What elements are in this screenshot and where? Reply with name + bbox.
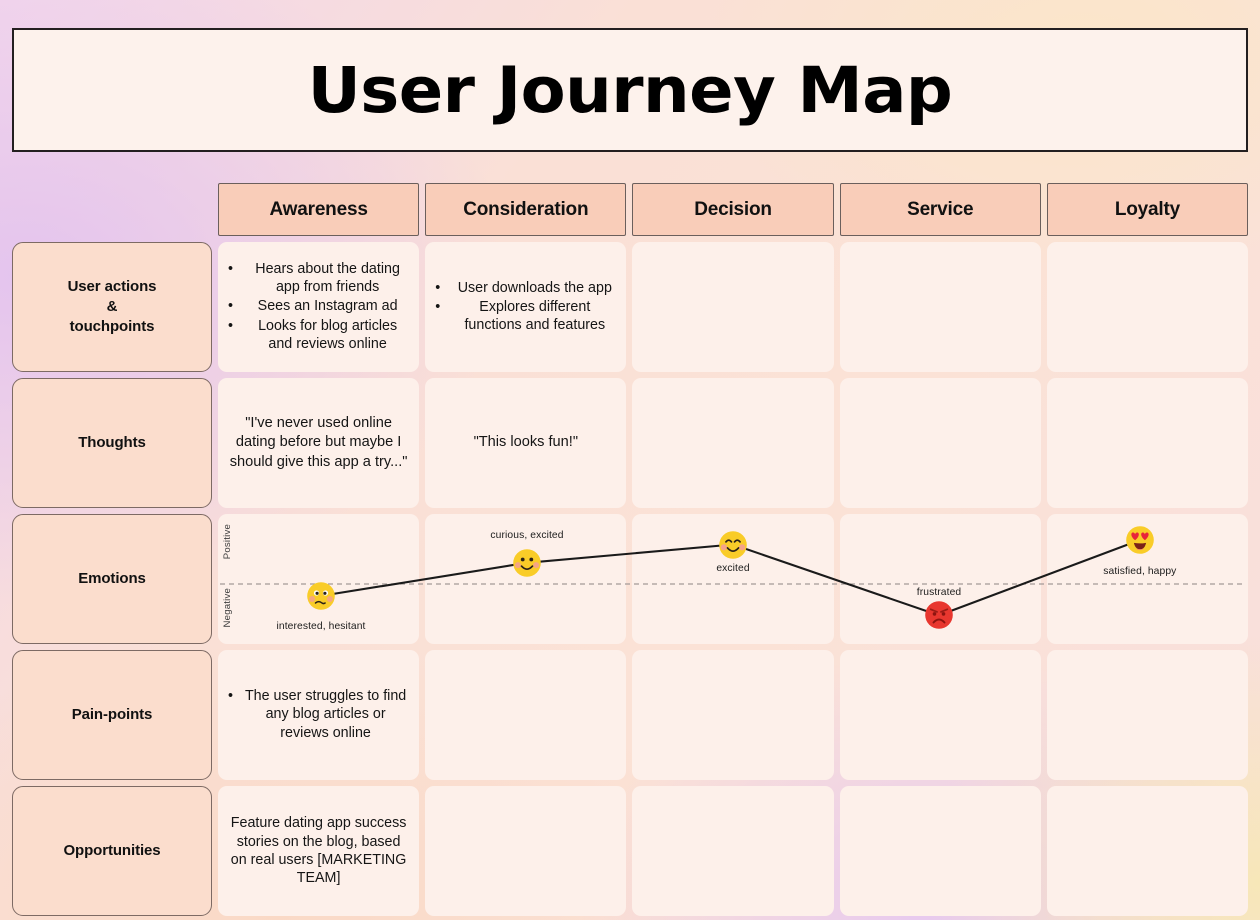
- list-item: User downloads the app: [435, 279, 616, 298]
- phase-header-loyalty[interactable]: Loyalty: [1046, 183, 1249, 236]
- header-corner-spacer: [12, 183, 212, 236]
- bullet-list: Hears about the dating app from friends …: [228, 260, 409, 354]
- page-title: User Journey Map: [307, 53, 953, 127]
- phase-header-awareness[interactable]: Awareness: [218, 183, 420, 236]
- row-label-line: Thoughts: [78, 434, 146, 452]
- cell-pain-points-decision[interactable]: [632, 650, 834, 780]
- cell-opportunities-service[interactable]: [839, 786, 1041, 916]
- cell-user-actions-service[interactable]: [839, 242, 1041, 372]
- cell-emotions-service[interactable]: [839, 514, 1041, 644]
- cell-thoughts-awareness[interactable]: "I've never used online dating before bu…: [218, 378, 420, 508]
- cell-text: Feature dating app success stories on th…: [230, 815, 407, 887]
- row-label-line: Opportunities: [63, 842, 161, 860]
- row-label-line: touchpoints: [69, 317, 155, 335]
- row-label-opportunities: Opportunities: [12, 786, 212, 916]
- cell-thoughts-consideration[interactable]: "This looks fun!": [425, 378, 627, 508]
- cell-opportunities-loyalty[interactable]: [1046, 786, 1249, 916]
- cell-opportunities-awareness[interactable]: Feature dating app success stories on th…: [218, 786, 420, 916]
- row-label-pain-points: Pain-points: [12, 650, 212, 780]
- row-label-line: Pain-points: [71, 706, 153, 724]
- cell-emotions-awareness[interactable]: [218, 514, 420, 644]
- row-label-line: &: [106, 298, 118, 316]
- row-label-thoughts: Thoughts: [12, 378, 212, 508]
- cell-user-actions-consideration[interactable]: User downloads the app Explores differen…: [425, 242, 627, 372]
- cell-thoughts-loyalty[interactable]: [1046, 378, 1249, 508]
- cell-opportunities-decision[interactable]: [632, 786, 834, 916]
- cell-thoughts-service[interactable]: [839, 378, 1041, 508]
- cell-emotions-decision[interactable]: [632, 514, 834, 644]
- list-item: The user struggles to find any blog arti…: [228, 687, 409, 742]
- journey-grid: Awareness Consideration Decision Service…: [12, 183, 1249, 916]
- journey-map-canvas: User Journey Map Awareness Consideration…: [0, 0, 1260, 920]
- row-user-actions: User actions & touchpoints Hears about t…: [12, 242, 1249, 372]
- phase-header-decision[interactable]: Decision: [632, 183, 834, 236]
- row-label-line: User actions: [67, 278, 157, 296]
- cell-emotions-consideration[interactable]: [425, 514, 627, 644]
- cell-user-actions-loyalty[interactable]: [1046, 242, 1249, 372]
- row-label-line: Emotions: [78, 570, 146, 588]
- row-label-emotions: Emotions: [12, 514, 212, 644]
- row-thoughts: Thoughts "I've never used online dating …: [12, 378, 1249, 508]
- cell-thoughts-decision[interactable]: [632, 378, 834, 508]
- phase-header-row: Awareness Consideration Decision Service…: [12, 183, 1249, 236]
- cell-text: "I've never used online dating before bu…: [229, 415, 408, 470]
- cell-pain-points-awareness[interactable]: The user struggles to find any blog arti…: [218, 650, 420, 780]
- list-item: Sees an Instagram ad: [228, 297, 409, 316]
- row-emotions: Emotions Positive Negative interested, h…: [12, 514, 1249, 644]
- row-pain-points: Pain-points The user struggles to find a…: [12, 650, 1249, 780]
- cell-user-actions-decision[interactable]: [632, 242, 834, 372]
- cell-pain-points-loyalty[interactable]: [1046, 650, 1249, 780]
- cell-pain-points-consideration[interactable]: [425, 650, 627, 780]
- cell-opportunities-consideration[interactable]: [425, 786, 627, 916]
- bullet-list: User downloads the app Explores differen…: [435, 279, 616, 336]
- bullet-list: The user struggles to find any blog arti…: [228, 687, 409, 743]
- cell-emotions-loyalty[interactable]: [1046, 514, 1249, 644]
- list-item: Looks for blog articles and reviews onli…: [228, 317, 409, 354]
- cell-pain-points-service[interactable]: [839, 650, 1041, 780]
- title-panel: User Journey Map: [12, 28, 1248, 152]
- list-item: Hears about the dating app from friends: [228, 260, 409, 297]
- cell-text: "This looks fun!": [473, 434, 579, 451]
- phase-header-consideration[interactable]: Consideration: [425, 183, 627, 236]
- row-opportunities: Opportunities Feature dating app success…: [12, 786, 1249, 916]
- cell-user-actions-awareness[interactable]: Hears about the dating app from friends …: [218, 242, 420, 372]
- row-label-user-actions: User actions & touchpoints: [12, 242, 212, 372]
- phase-header-service[interactable]: Service: [839, 183, 1041, 236]
- list-item: Explores different functions and feature…: [435, 298, 616, 335]
